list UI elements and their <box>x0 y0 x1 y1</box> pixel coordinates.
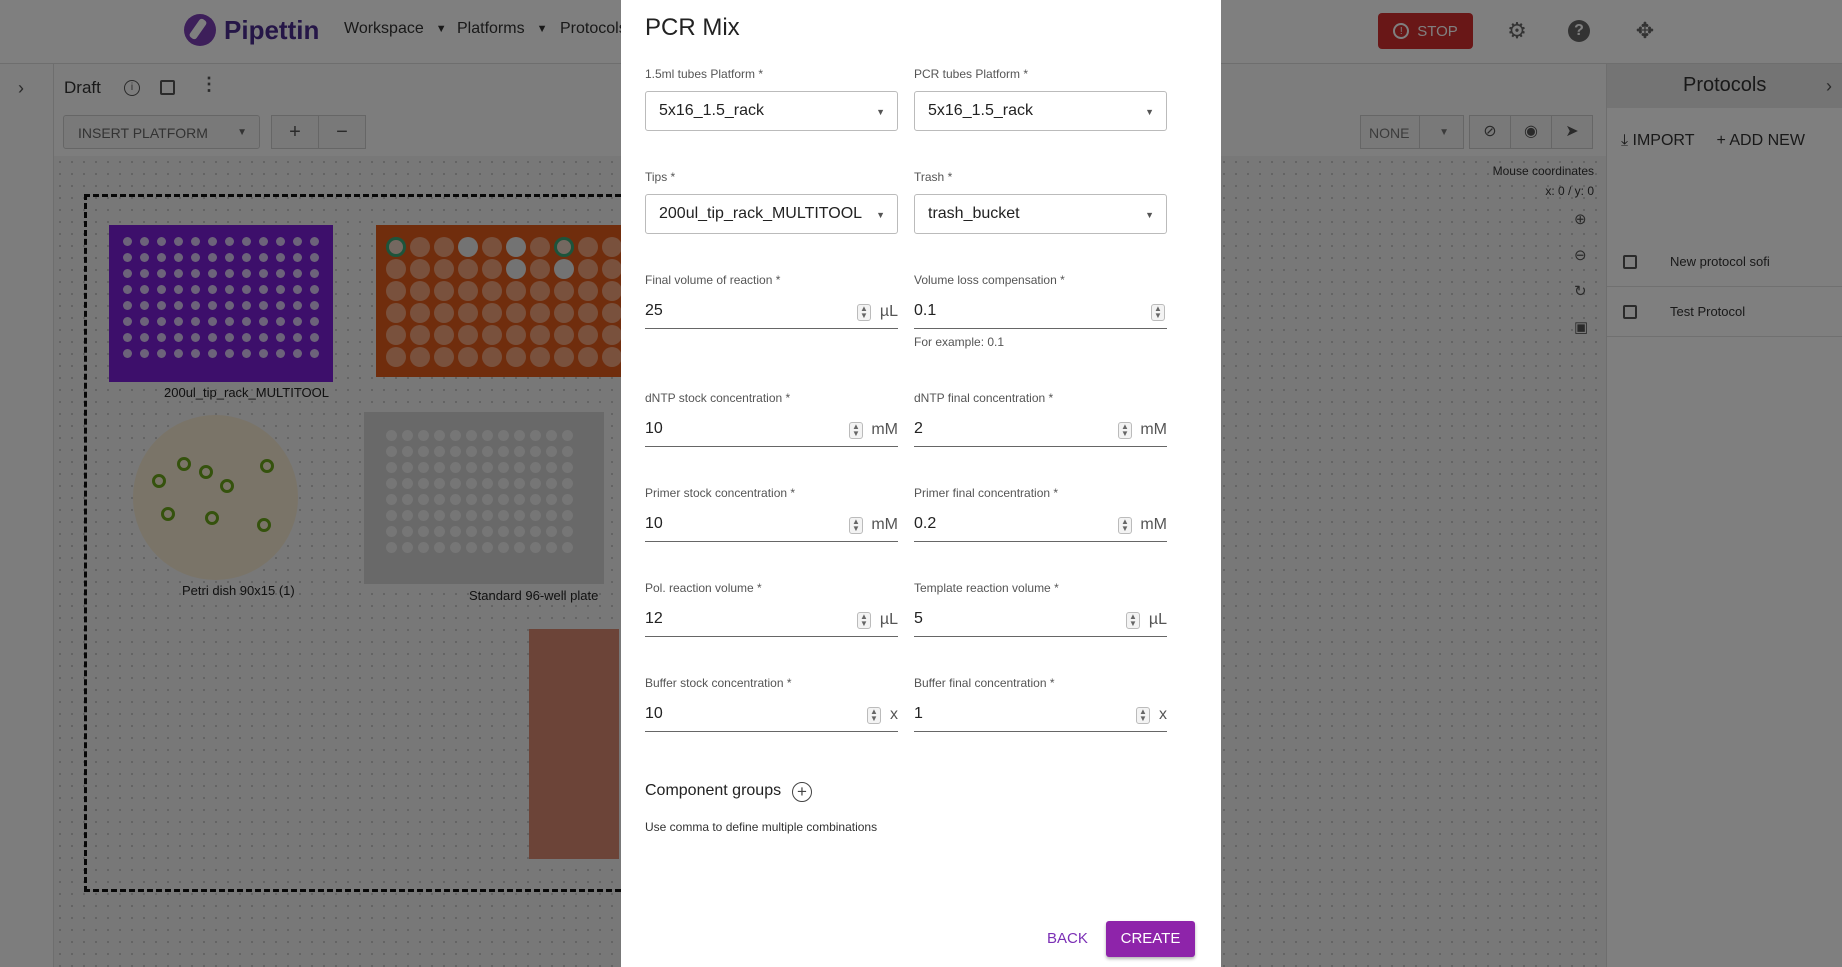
field-label: Pol. reaction volume * <box>645 581 762 595</box>
helper-text: For example: 0.1 <box>914 335 1005 349</box>
input-value: 0.2 <box>914 515 937 532</box>
dntp-final-field: dNTP final concentration * 2 ▲ ▼ mM <box>914 391 1167 447</box>
pcr-mix-dialog: PCR Mix 1.5ml tubes Platform * 5x16_1.5_… <box>621 0 1221 967</box>
input-value: 1 <box>914 705 923 722</box>
spinner-icon[interactable]: ▲ ▼ <box>849 422 863 439</box>
input-value: 10 <box>645 705 663 722</box>
field-label: Volume loss compensation * <box>914 273 1065 287</box>
input-value: 25 <box>645 302 663 319</box>
field-label: Buffer stock concentration * <box>645 676 792 690</box>
field-label: 1.5ml tubes Platform * <box>645 67 764 81</box>
spinner-icon[interactable]: ▲ ▼ <box>1118 517 1132 534</box>
unit-label: mM <box>871 516 898 533</box>
spinner-icon[interactable]: ▲ ▼ <box>1136 707 1150 724</box>
dntp-stock-input[interactable]: 10 ▲ ▼ mM <box>645 413 898 447</box>
field-label: Primer final concentration * <box>914 486 1059 500</box>
caret-down-icon: ▼ <box>1145 107 1154 117</box>
spinner-icon[interactable]: ▲ ▼ <box>857 304 871 321</box>
unit-label: µL <box>879 611 898 628</box>
trash-field: Trash * trash_bucket ▼ <box>914 170 1167 234</box>
pol-volume-field: Pol. reaction volume * 12 ▲ ▼ µL <box>645 581 898 637</box>
add-circle-icon[interactable]: + <box>792 782 812 802</box>
volume-loss-input[interactable]: 0.1 ▲ ▼ <box>914 295 1167 329</box>
spinner-icon[interactable]: ▲ ▼ <box>867 707 881 724</box>
tubes-platform-select[interactable]: 5x16_1.5_rack ▼ <box>645 91 898 131</box>
spinner-icon[interactable]: ▲ ▼ <box>1151 304 1165 321</box>
field-label: Final volume of reaction * <box>645 273 781 287</box>
select-value: trash_bucket <box>928 205 1020 222</box>
trash-select[interactable]: trash_bucket ▼ <box>914 194 1167 234</box>
unit-label: mM <box>1140 421 1167 438</box>
field-label: PCR tubes Platform * <box>914 67 1029 81</box>
component-groups-hint: Use comma to define multiple combination… <box>645 820 878 834</box>
tips-field: Tips * 200ul_tip_rack_MULTITOOL ▼ <box>645 170 898 234</box>
select-value: 200ul_tip_rack_MULTITOOL <box>659 205 863 222</box>
unit-label: x <box>1159 706 1167 723</box>
unit-label: mM <box>1140 516 1167 533</box>
caret-down-icon: ▼ <box>1145 210 1154 220</box>
pcr-tubes-platform-select[interactable]: 5x16_1.5_rack ▼ <box>914 91 1167 131</box>
spinner-icon[interactable]: ▲ ▼ <box>1126 612 1140 629</box>
final-volume-field: Final volume of reaction * 25 ▲ ▼ µL <box>645 273 898 329</box>
caret-down-icon: ▼ <box>876 210 885 220</box>
buffer-stock-field: Buffer stock concentration * 10 ▲ ▼ x <box>645 676 898 732</box>
unit-label: µL <box>1148 611 1167 628</box>
buffer-final-field: Buffer final concentration * 1 ▲ ▼ x <box>914 676 1167 732</box>
primer-stock-input[interactable]: 10 ▲ ▼ mM <box>645 508 898 542</box>
template-volume-input[interactable]: 5 ▲ ▼ µL <box>914 603 1167 637</box>
caret-down-icon: ▼ <box>876 107 885 117</box>
input-value: 10 <box>645 420 663 437</box>
spinner-icon[interactable]: ▲ ▼ <box>857 612 871 629</box>
input-value: 5 <box>914 610 923 627</box>
unit-label: µL <box>879 303 898 320</box>
primer-final-input[interactable]: 0.2 ▲ ▼ mM <box>914 508 1167 542</box>
component-groups-title: Component groups <box>645 782 782 799</box>
select-value: 5x16_1.5_rack <box>659 102 764 119</box>
tubes-platform-field: 1.5ml tubes Platform * 5x16_1.5_rack ▼ <box>645 67 898 131</box>
create-button[interactable]: CREATE <box>1106 921 1195 957</box>
input-value: 10 <box>645 515 663 532</box>
primer-stock-field: Primer stock concentration * 10 ▲ ▼ mM <box>645 486 898 542</box>
primer-final-field: Primer final concentration * 0.2 ▲ ▼ mM <box>914 486 1167 542</box>
buffer-stock-input[interactable]: 10 ▲ ▼ x <box>645 698 898 732</box>
field-label: dNTP final concentration * <box>914 391 1054 405</box>
unit-label: mM <box>871 421 898 438</box>
unit-label: x <box>890 706 898 723</box>
final-volume-input[interactable]: 25 ▲ ▼ µL <box>645 295 898 329</box>
dialog-title: PCR Mix <box>645 14 740 41</box>
volume-loss-field: Volume loss compensation * 0.1 ▲ ▼ For ex… <box>914 273 1167 349</box>
buffer-final-input[interactable]: 1 ▲ ▼ x <box>914 698 1167 732</box>
select-value: 5x16_1.5_rack <box>928 102 1033 119</box>
dntp-final-input[interactable]: 2 ▲ ▼ mM <box>914 413 1167 447</box>
template-volume-field: Template reaction volume * 5 ▲ ▼ µL <box>914 581 1167 637</box>
field-label: Buffer final concentration * <box>914 676 1055 690</box>
tips-select[interactable]: 200ul_tip_rack_MULTITOOL ▼ <box>645 194 898 234</box>
field-label: dNTP stock concentration * <box>645 391 791 405</box>
spinner-icon[interactable]: ▲ ▼ <box>849 517 863 534</box>
field-label: Trash * <box>914 170 953 184</box>
field-label: Primer stock concentration * <box>645 486 796 500</box>
input-value: 2 <box>914 420 923 437</box>
field-label: Tips * <box>645 170 676 184</box>
dntp-stock-field: dNTP stock concentration * 10 ▲ ▼ mM <box>645 391 898 447</box>
field-label: Template reaction volume * <box>914 581 1059 595</box>
pol-volume-input[interactable]: 12 ▲ ▼ µL <box>645 603 898 637</box>
input-value: 0.1 <box>914 302 937 319</box>
back-button[interactable]: BACK <box>1041 922 1094 955</box>
input-value: 12 <box>645 610 663 627</box>
pcr-tubes-platform-field: PCR tubes Platform * 5x16_1.5_rack ▼ <box>914 67 1167 131</box>
spinner-icon[interactable]: ▲ ▼ <box>1118 422 1132 439</box>
